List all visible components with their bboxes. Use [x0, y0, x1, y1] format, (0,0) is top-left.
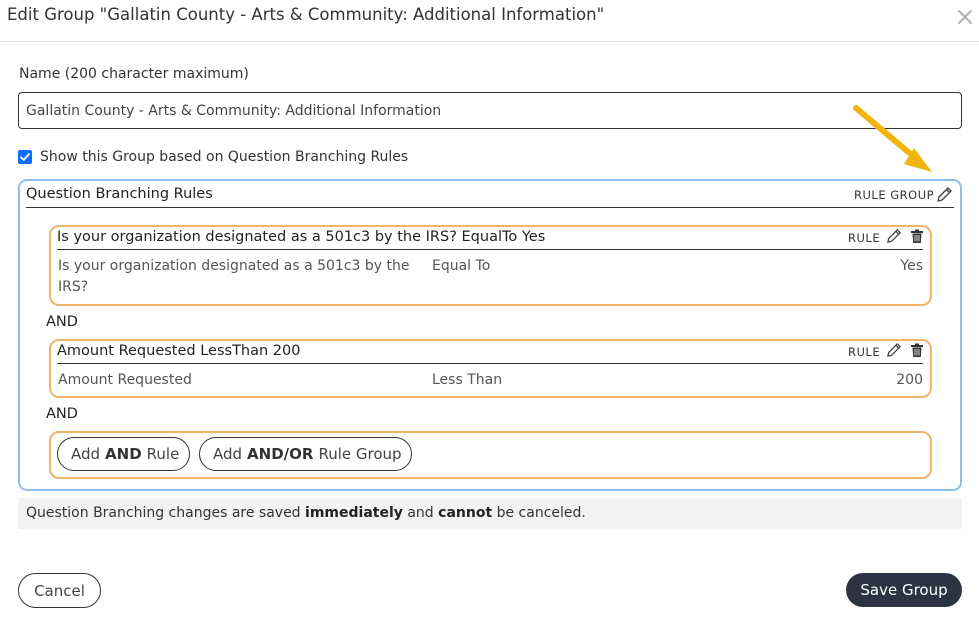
save-group-button[interactable]: Save Group: [846, 573, 962, 607]
rule-divider: [57, 363, 923, 364]
add-rule-pre: Add: [71, 445, 101, 463]
add-rule-post: Rule: [146, 445, 180, 463]
show-group-checkbox[interactable]: [18, 150, 32, 164]
add-rule-group-button[interactable]: Add AND/OR Rule Group: [199, 437, 412, 471]
and-connector: AND: [46, 406, 78, 422]
note-bold: cannot: [438, 505, 493, 521]
rule-group-title: Question Branching Rules: [26, 186, 213, 202]
rule-group-divider: [26, 207, 954, 208]
pencil-icon[interactable]: [935, 185, 954, 208]
rule-question-line: IRS?: [58, 279, 89, 295]
modal-title: Edit Group "Gallatin County - Arts & Com…: [7, 5, 605, 24]
rule-operator: Equal To: [432, 258, 491, 274]
rule-question-line: Is your organization designated as a 501…: [58, 258, 410, 274]
rule-value: 200: [896, 372, 923, 388]
add-group-post: Rule Group: [318, 445, 402, 463]
rule-tag: RULE: [848, 231, 881, 245]
show-group-row[interactable]: Show this Group based on Question Branch…: [18, 148, 408, 166]
close-icon[interactable]: [956, 8, 974, 26]
show-group-label: Show this Group based on Question Branch…: [40, 149, 409, 165]
add-group-bold: AND/OR: [247, 445, 314, 463]
rule-question: Amount Requested: [58, 372, 192, 388]
rule-title: Amount Requested LessThan 200: [57, 343, 301, 359]
annotation-arrow-icon: [848, 100, 940, 184]
pencil-icon[interactable]: [885, 341, 903, 363]
note-text: be canceled.: [496, 505, 586, 521]
add-group-pre: Add: [213, 445, 243, 463]
and-connector: AND: [46, 314, 78, 330]
modal-header: Edit Group "Gallatin County - Arts & Com…: [0, 0, 979, 42]
add-and-rule-button[interactable]: Add AND Rule: [57, 437, 190, 471]
rule-value: Yes: [900, 258, 923, 274]
trash-icon[interactable]: [910, 343, 924, 362]
save-note: Question Branching changes are saved imm…: [18, 498, 962, 529]
rule-divider: [57, 249, 923, 250]
pencil-icon[interactable]: [885, 227, 903, 249]
cancel-button[interactable]: Cancel: [18, 573, 101, 608]
rule-group-tag: RULE GROUP: [854, 188, 935, 202]
name-label: Name (200 character maximum): [19, 66, 249, 82]
note-bold: immediately: [305, 505, 403, 521]
note-text: Question Branching changes are saved: [26, 505, 301, 521]
rule-title: Is your organization designated as a 501…: [57, 229, 546, 245]
add-rule-bold: AND: [105, 445, 142, 463]
rule-tag: RULE: [848, 345, 881, 359]
note-text: and: [407, 505, 434, 521]
trash-icon[interactable]: [910, 229, 924, 248]
rule-question: Is your organization designated as a 501…: [58, 256, 410, 298]
rule-operator: Less Than: [432, 372, 503, 388]
name-input[interactable]: [18, 92, 962, 129]
